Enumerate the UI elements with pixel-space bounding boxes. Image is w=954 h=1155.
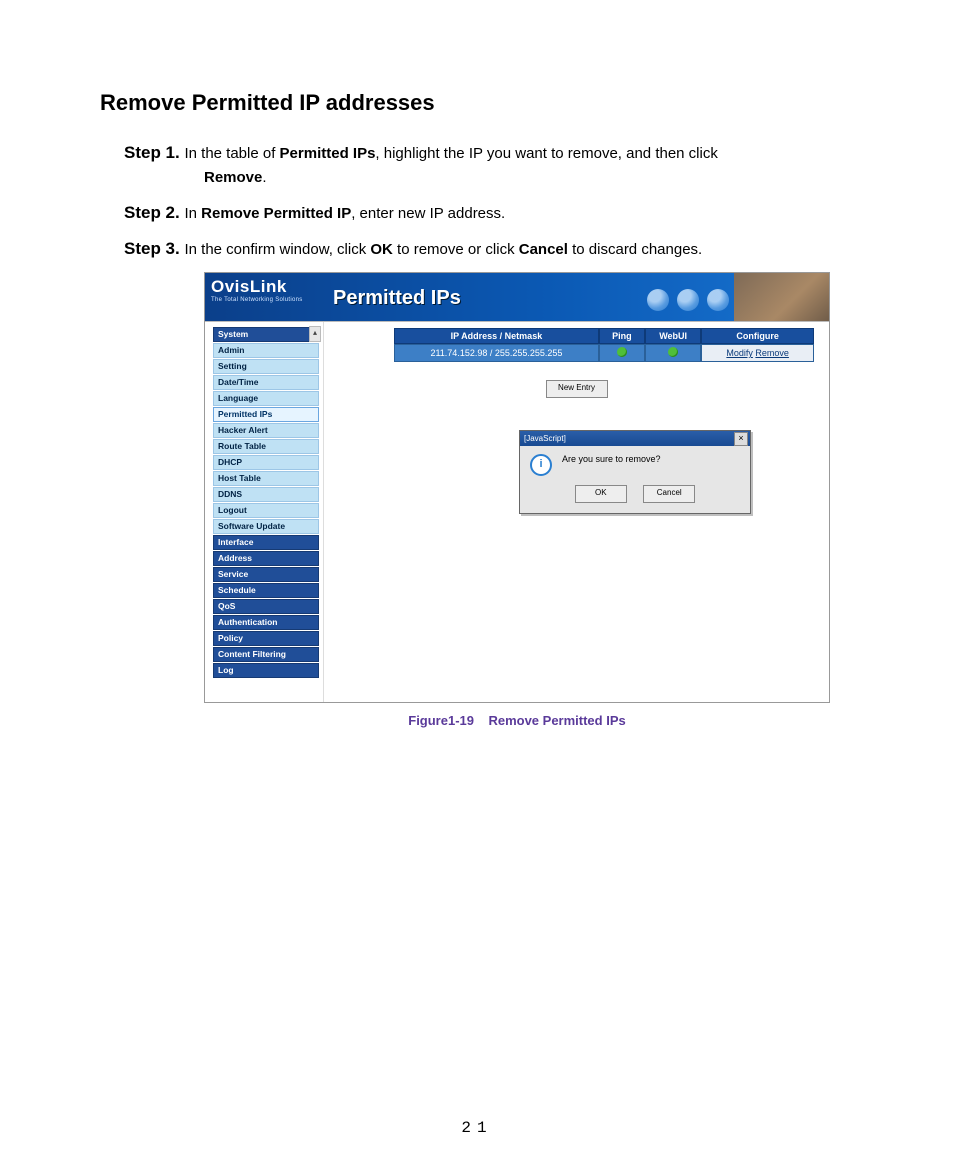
info-icon: i [530, 454, 552, 476]
sidebar-item-permitted-ips[interactable]: Permitted IPs [213, 407, 319, 422]
step-1-label: Step 1. [124, 143, 184, 162]
step-3-mid: to remove or click [393, 241, 519, 258]
confirm-dialog: [JavaScript] × i Are you sure to remove?… [519, 430, 751, 514]
sidebar-item-ddns[interactable]: DDNS [213, 487, 319, 502]
globe-icons [647, 289, 729, 311]
step-1-bold1: Permitted IPs [280, 145, 376, 162]
col-ping: Ping [599, 328, 645, 344]
sidebar-header-log[interactable]: Log [213, 663, 319, 678]
sidebar-item-datetime[interactable]: Date/Time [213, 375, 319, 390]
ok-button[interactable]: OK [575, 485, 627, 503]
sidebar: ▴ System Admin Setting Date/Time Languag… [205, 322, 324, 702]
step-1-cont-post: . [262, 169, 266, 186]
table-row: 211.74.152.98 / 255.255.255.255 Modify R… [394, 344, 814, 362]
panel-title: Permitted IPs [333, 287, 461, 310]
col-configure: Configure [701, 328, 814, 344]
sidebar-header-qos[interactable]: QoS [213, 599, 319, 614]
cancel-button[interactable]: Cancel [643, 485, 695, 503]
sidebar-header-authentication[interactable]: Authentication [213, 615, 319, 630]
figure-id: Figure1-19 [408, 713, 474, 728]
dialog-message: Are you sure to remove? [562, 454, 661, 464]
col-webui: WebUI [645, 328, 701, 344]
step-2-label: Step 2. [124, 203, 184, 222]
dialog-title-text: [JavaScript] [524, 434, 566, 443]
sidebar-header-interface[interactable]: Interface [213, 535, 319, 550]
screenshot: OvisLink The Total Networking Solutions … [204, 272, 830, 703]
brand-name: OvisLink [211, 277, 329, 297]
globe-icon [707, 289, 729, 311]
sidebar-item-setting[interactable]: Setting [213, 359, 319, 374]
close-icon[interactable]: × [734, 432, 748, 446]
step-1: Step 1. In the table of Permitted IPs, h… [124, 140, 894, 190]
sidebar-header-address[interactable]: Address [213, 551, 319, 566]
check-icon [668, 347, 678, 357]
scroll-arrow-icon[interactable]: ▴ [309, 326, 321, 342]
step-3-post: to discard changes. [568, 241, 702, 258]
step-2-mid: , enter new IP address. [351, 205, 505, 222]
remove-link[interactable]: Remove [755, 348, 789, 358]
sidebar-header-service[interactable]: Service [213, 567, 319, 582]
header-photo [734, 273, 829, 321]
step-2-pre: In [184, 205, 201, 222]
step-2: Step 2. In Remove Permitted IP, enter ne… [124, 200, 894, 226]
step-1-mid: , highlight the IP you want to remove, a… [375, 145, 717, 162]
page-number: 21 [0, 1119, 954, 1137]
sidebar-item-hacker-alert[interactable]: Hacker Alert [213, 423, 319, 438]
step-3-pre: In the confirm window, click [184, 241, 370, 258]
step-3-label: Step 3. [124, 239, 184, 258]
sidebar-item-admin[interactable]: Admin [213, 343, 319, 358]
main-panel: IP Address / Netmask Ping WebUI Configur… [324, 322, 829, 702]
modify-link[interactable]: Modify [726, 348, 753, 358]
figure-text: Remove Permitted IPs [488, 713, 625, 728]
new-entry-button[interactable]: New Entry [546, 380, 608, 398]
step-1-pre: In the table of [184, 145, 279, 162]
sidebar-item-host-table[interactable]: Host Table [213, 471, 319, 486]
sidebar-header-system[interactable]: System [213, 327, 319, 342]
cell-ip-netmask: 211.74.152.98 / 255.255.255.255 [394, 344, 599, 362]
figure-caption: Figure1-19 Remove Permitted IPs [204, 713, 830, 728]
sidebar-item-logout[interactable]: Logout [213, 503, 319, 518]
sidebar-header-content-filtering[interactable]: Content Filtering [213, 647, 319, 662]
check-icon [617, 347, 627, 357]
sidebar-item-route-table[interactable]: Route Table [213, 439, 319, 454]
step-3-bold2: Cancel [519, 241, 568, 258]
globe-icon [677, 289, 699, 311]
step-3: Step 3. In the confirm window, click OK … [124, 236, 894, 262]
permitted-ips-table: IP Address / Netmask Ping WebUI Configur… [394, 328, 814, 362]
sidebar-header-policy[interactable]: Policy [213, 631, 319, 646]
sidebar-item-dhcp[interactable]: DHCP [213, 455, 319, 470]
sidebar-header-schedule[interactable]: Schedule [213, 583, 319, 598]
col-ip-netmask: IP Address / Netmask [394, 328, 599, 344]
step-2-bold1: Remove Permitted IP [201, 205, 351, 222]
steps-list: Step 1. In the table of Permitted IPs, h… [124, 140, 894, 728]
step-1-cont-bold: Remove [204, 169, 262, 186]
sidebar-item-language[interactable]: Language [213, 391, 319, 406]
page-heading: Remove Permitted IP addresses [100, 90, 894, 116]
brand-subtitle: The Total Networking Solutions [211, 297, 329, 303]
brand-block: OvisLink The Total Networking Solutions [211, 277, 329, 303]
dialog-titlebar: [JavaScript] × [520, 431, 750, 446]
sidebar-item-software-update[interactable]: Software Update [213, 519, 319, 534]
cell-ping [599, 344, 645, 362]
shot-header: OvisLink The Total Networking Solutions … [205, 273, 829, 321]
table-header-row: IP Address / Netmask Ping WebUI Configur… [394, 328, 814, 344]
cell-webui [645, 344, 701, 362]
globe-icon [647, 289, 669, 311]
cell-configure: Modify Remove [701, 344, 814, 362]
step-3-bold1: OK [370, 241, 393, 258]
